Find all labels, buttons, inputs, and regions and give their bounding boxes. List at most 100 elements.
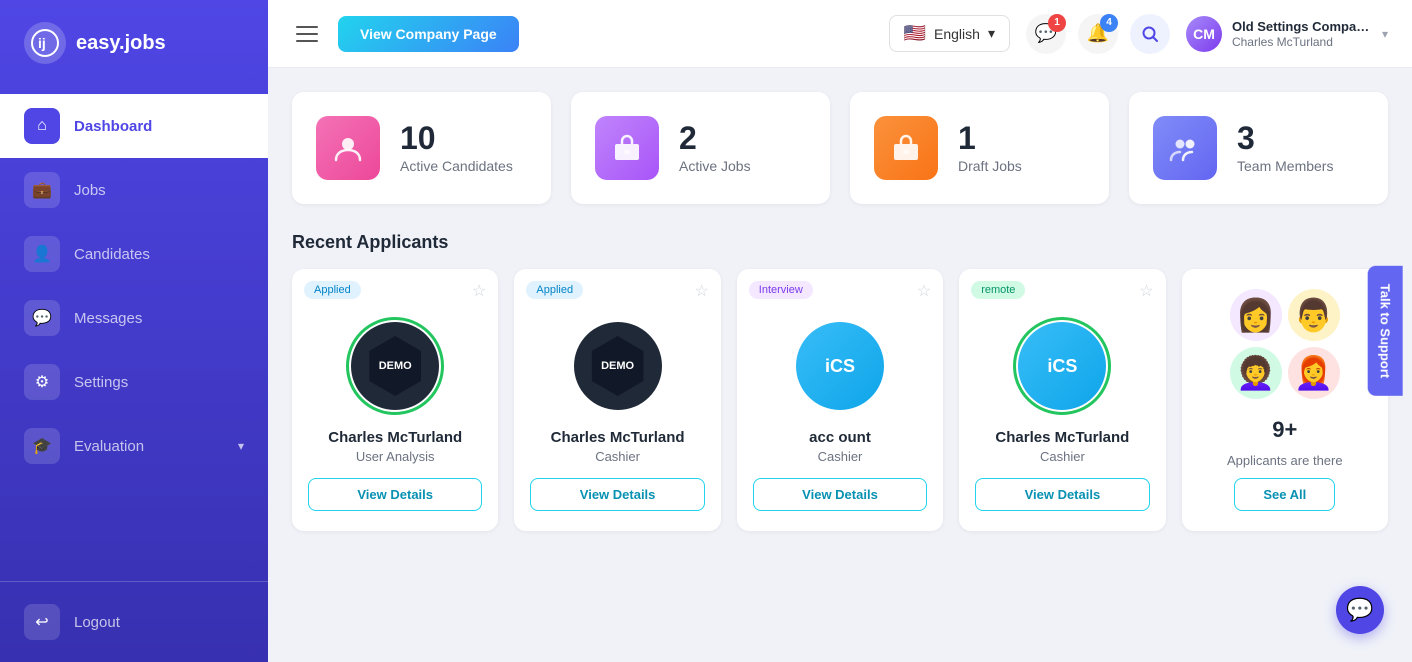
recent-applicants-section: Recent Applicants Applied ☆ DEMO Cha xyxy=(292,232,1388,531)
main-content: View Company Page 🇺🇸 English ▾ 💬 1 🔔 4 xyxy=(268,0,1412,662)
stat-value: 2 xyxy=(679,122,751,154)
stats-grid: 10 Active Candidates 2 Active Jobs xyxy=(292,92,1388,204)
team-members-icon xyxy=(1153,116,1217,180)
sidebar-item-messages[interactable]: 💬 Messages xyxy=(0,286,268,350)
avatar: CM xyxy=(1186,16,1222,52)
active-jobs-icon xyxy=(595,116,659,180)
notification-button[interactable]: 🔔 4 xyxy=(1078,14,1118,54)
header: View Company Page 🇺🇸 English ▾ 💬 1 🔔 4 xyxy=(268,0,1412,68)
logo-text: easy.jobs xyxy=(76,32,166,55)
sidebar-item-settings[interactable]: ⚙ Settings xyxy=(0,350,268,414)
sidebar-item-jobs[interactable]: 💼 Jobs xyxy=(0,158,268,222)
applicant-role: User Analysis xyxy=(356,449,435,464)
plus-count: 9+ xyxy=(1272,417,1297,443)
demo-avatar-2: DEMO xyxy=(574,322,662,410)
recent-applicants-title: Recent Applicants xyxy=(292,232,1388,253)
messages-icon: 💬 xyxy=(24,300,60,336)
sidebar-item-evaluation[interactable]: 🎓 Evaluation ▾ xyxy=(0,414,268,478)
sidebar-item-messages-label: Messages xyxy=(74,310,142,327)
applicant-card-3: Interview ☆ iCS acc ount Cashier View De… xyxy=(737,269,943,531)
stat-card-team-members: 3 Team Members xyxy=(1129,92,1388,204)
mini-avatar-4: 👩‍🦰 xyxy=(1288,347,1340,399)
applicant-role: Cashier xyxy=(595,449,640,464)
status-badge: Applied xyxy=(304,281,361,299)
menu-toggle-button[interactable] xyxy=(292,22,322,46)
active-candidates-icon xyxy=(316,116,380,180)
sidebar-item-candidates-label: Candidates xyxy=(74,246,150,263)
user-name: Charles McTurland xyxy=(1232,35,1372,49)
stat-value: 10 xyxy=(400,122,513,154)
chat-bubble-button[interactable]: 💬 xyxy=(1336,586,1384,634)
page-body: 10 Active Candidates 2 Active Jobs xyxy=(268,68,1412,662)
stat-label: Draft Jobs xyxy=(958,158,1022,174)
see-all-card: 👩 👨 👩‍🦱 👩‍🦰 9+ Applicants are xyxy=(1182,269,1388,531)
ics-avatar: iCS xyxy=(796,322,884,410)
view-company-button[interactable]: View Company Page xyxy=(338,16,519,52)
user-info[interactable]: CM Old Settings Company... ✓ Charles McT… xyxy=(1186,16,1388,52)
chat-button[interactable]: 💬 1 xyxy=(1026,14,1066,54)
sidebar-item-dashboard-label: Dashboard xyxy=(74,118,152,135)
sidebar-item-settings-label: Settings xyxy=(74,374,128,391)
view-details-button[interactable]: View Details xyxy=(975,478,1149,511)
settings-icon: ⚙ xyxy=(24,364,60,400)
applicant-role: Cashier xyxy=(1040,449,1085,464)
logout-label: Logout xyxy=(74,614,120,631)
language-label: English xyxy=(934,26,980,42)
star-button[interactable]: ☆ xyxy=(472,281,486,301)
star-button[interactable]: ☆ xyxy=(694,281,708,301)
applicant-name: Charles McTurland xyxy=(551,429,685,446)
candidates-icon: 👤 xyxy=(24,236,60,272)
view-details-button[interactable]: View Details xyxy=(530,478,704,511)
user-dropdown-icon: ▾ xyxy=(1382,27,1388,41)
view-details-button[interactable]: View Details xyxy=(753,478,927,511)
chat-badge: 1 xyxy=(1048,14,1066,32)
star-button[interactable]: ☆ xyxy=(1139,281,1153,301)
stat-info: 2 Active Jobs xyxy=(679,122,751,174)
status-badge: Interview xyxy=(749,281,813,299)
ics-label: iCS xyxy=(825,356,855,377)
sidebar-item-dashboard[interactable]: ⌂ Dashboard xyxy=(0,94,268,158)
logout-button[interactable]: ↩ Logout xyxy=(24,596,244,648)
stat-value: 3 xyxy=(1237,122,1333,154)
applicants-there-label: Applicants are there xyxy=(1227,453,1343,468)
applicant-card-1: Applied ☆ DEMO Charles McTurland User An… xyxy=(292,269,498,531)
stat-label: Active Jobs xyxy=(679,158,751,174)
support-tab[interactable]: Talk to Support xyxy=(1367,266,1402,396)
applicants-grid: Applied ☆ DEMO Charles McTurland User An… xyxy=(292,269,1388,531)
stat-label: Team Members xyxy=(1237,158,1333,174)
header-icons: 💬 1 🔔 4 xyxy=(1026,14,1170,54)
applicant-card-4: remote ☆ iCS Charles McTurland Cashier V… xyxy=(959,269,1165,531)
language-selector[interactable]: 🇺🇸 English ▾ xyxy=(889,15,1010,52)
view-details-button[interactable]: View Details xyxy=(308,478,482,511)
applicant-name: Charles McTurland xyxy=(995,429,1129,446)
stat-label: Active Candidates xyxy=(400,158,513,174)
sidebar-bottom: ↩ Logout xyxy=(0,581,268,662)
see-all-button[interactable]: See All xyxy=(1234,478,1335,511)
star-button[interactable]: ☆ xyxy=(917,281,931,301)
logo[interactable]: ij easy.jobs xyxy=(0,0,268,86)
avatar-wrapper: DEMO xyxy=(346,317,444,415)
stat-card-active-candidates: 10 Active Candidates xyxy=(292,92,551,204)
logout-icon: ↩ xyxy=(24,604,60,640)
sidebar-item-jobs-label: Jobs xyxy=(74,182,106,199)
sidebar-navigation: ⌂ Dashboard 💼 Jobs 👤 Candidates 💬 Messag… xyxy=(0,86,268,581)
demo-label: DEMO xyxy=(379,360,412,372)
svg-text:ij: ij xyxy=(38,35,46,51)
sidebar-item-candidates[interactable]: 👤 Candidates xyxy=(0,222,268,286)
demo-label-2: DEMO xyxy=(601,360,634,372)
flag-icon: 🇺🇸 xyxy=(904,23,926,44)
stat-card-draft-jobs: 1 Draft Jobs xyxy=(850,92,1109,204)
hamburger-line-1 xyxy=(296,26,318,28)
mini-avatar-3: 👩‍🦱 xyxy=(1230,347,1282,399)
stat-info: 3 Team Members xyxy=(1237,122,1333,174)
avatar-ring-green-2 xyxy=(1013,317,1111,415)
stat-card-active-jobs: 2 Active Jobs xyxy=(571,92,830,204)
logo-icon: ij xyxy=(24,22,66,64)
chevron-down-icon: ▾ xyxy=(238,439,244,453)
sidebar-item-evaluation-label: Evaluation xyxy=(74,438,144,455)
applicant-name: Charles McTurland xyxy=(328,429,462,446)
stat-value: 1 xyxy=(958,122,1022,154)
avatar-wrapper: iCS xyxy=(1013,317,1111,415)
mini-avatar-2: 👨 xyxy=(1288,289,1340,341)
search-button[interactable] xyxy=(1130,14,1170,54)
